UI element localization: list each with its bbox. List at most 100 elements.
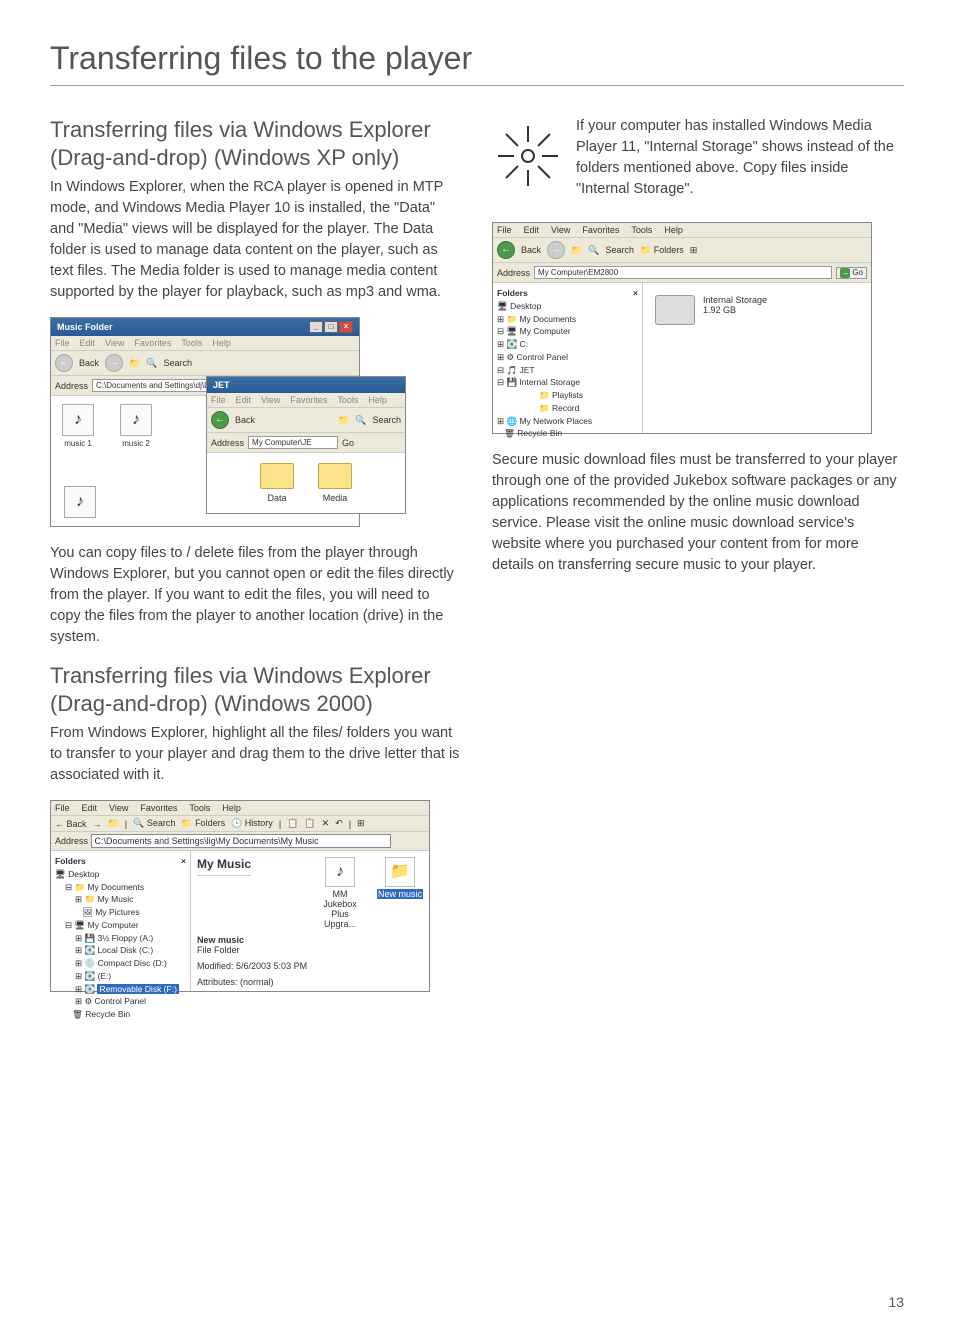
- menu-tools[interactable]: Tools: [189, 803, 210, 813]
- search-button[interactable]: 🔍 Search: [133, 818, 175, 829]
- menu-help[interactable]: Help: [368, 395, 387, 405]
- file-icon-music1[interactable]: ♪ music 1: [59, 404, 97, 448]
- menu-file[interactable]: File: [55, 338, 70, 348]
- menu-tools[interactable]: Tools: [181, 338, 202, 348]
- up-icon[interactable]: 📁: [338, 415, 349, 426]
- menu-tools[interactable]: Tools: [631, 225, 652, 235]
- tree-mydocs[interactable]: ⊞ 📁 My Documents: [497, 313, 638, 326]
- go-button[interactable]: Go: [836, 267, 867, 279]
- tree-netplaces[interactable]: ⊞ 🌐 My Network Places: [497, 415, 638, 428]
- tree-desktop[interactable]: 🖥 Desktop: [55, 868, 186, 881]
- search-icon[interactable]: 🔍: [588, 245, 599, 256]
- up-icon[interactable]: 📁: [571, 245, 582, 256]
- back-label: Back: [235, 415, 255, 425]
- menu-favorites[interactable]: Favorites: [140, 803, 177, 813]
- views-icon[interactable]: ⊞: [690, 245, 698, 256]
- tree-mymusic[interactable]: ⊞ 📁 My Music: [55, 893, 186, 906]
- menu-view[interactable]: View: [261, 395, 280, 405]
- tree-removable[interactable]: ⊞ 💽 Removable Disk (F:): [55, 983, 186, 996]
- menu-file[interactable]: File: [211, 395, 226, 405]
- drive-item[interactable]: Internal Storage 1.92 GB: [655, 295, 859, 325]
- menu-file[interactable]: File: [55, 803, 70, 813]
- back-button[interactable]: ←: [497, 241, 515, 259]
- paragraph-2000-intro: From Windows Explorer, highlight all the…: [50, 723, 462, 786]
- tree-record[interactable]: 📁 Record: [497, 402, 638, 415]
- menu-favorites[interactable]: Favorites: [134, 338, 171, 348]
- go-label[interactable]: Go: [342, 438, 354, 448]
- tree-cpanel[interactable]: ⊞ ⚙ Control Panel: [497, 351, 638, 364]
- address-input[interactable]: C:\Documents and Settings\lig\My Documen…: [91, 834, 391, 848]
- menu-tools[interactable]: Tools: [337, 395, 358, 405]
- menu-view[interactable]: View: [551, 225, 570, 235]
- paragraph-secure-music: Secure music download files must be tran…: [492, 450, 904, 576]
- minimize-button[interactable]: _: [309, 321, 323, 333]
- file-icon-music2[interactable]: ♪ music 2: [117, 404, 155, 448]
- tree-recycle[interactable]: 🗑 Recycle Bin: [55, 1008, 186, 1021]
- undo-icon[interactable]: ↶: [335, 818, 343, 829]
- tree-mycomp[interactable]: ⊟ 🖥 My Computer: [55, 919, 186, 932]
- menu-view[interactable]: View: [105, 338, 124, 348]
- file-jukebox[interactable]: ♪ MM Jukebox Plus Upgra...: [317, 857, 363, 929]
- tree-floppy[interactable]: ⊞ 💾 3½ Floppy (A:): [55, 932, 186, 945]
- menu-help[interactable]: Help: [664, 225, 683, 235]
- tree-desktop[interactable]: 🖥 Desktop: [497, 300, 638, 313]
- up-icon[interactable]: 📁: [129, 358, 140, 369]
- menu-favorites[interactable]: Favorites: [582, 225, 619, 235]
- right-column: If your computer has installed Windows M…: [492, 116, 904, 1008]
- back-button[interactable]: ←: [55, 354, 73, 372]
- back-button[interactable]: ← Back: [55, 819, 87, 829]
- file-newmusic[interactable]: 📁 New music: [377, 857, 423, 929]
- folder-tree[interactable]: Folders× 🖥 Desktop ⊟ 📁 My Documents ⊞ 📁 …: [51, 851, 191, 991]
- folder-tree[interactable]: Folders× 🖥 Desktop ⊞ 📁 My Documents ⊟ 🖥 …: [493, 283, 643, 433]
- forward-button[interactable]: →: [547, 241, 565, 259]
- tree-localc[interactable]: ⊞ 💽 Local Disk (C:): [55, 944, 186, 957]
- menu-view[interactable]: View: [109, 803, 128, 813]
- menu-edit[interactable]: Edit: [236, 395, 252, 405]
- close-icon[interactable]: ×: [181, 855, 186, 868]
- address-input[interactable]: My Computer\EM2800: [534, 266, 832, 279]
- folders-button[interactable]: 📁 Folders: [640, 245, 684, 256]
- search-icon[interactable]: 🔍: [146, 358, 157, 369]
- tip-sunburst-icon: [492, 120, 564, 192]
- menu-file[interactable]: File: [497, 225, 512, 235]
- tree-cd[interactable]: ⊞ 💿 Compact Disc (D:): [55, 957, 186, 970]
- back-button[interactable]: ←: [211, 411, 229, 429]
- file-metadata: New music File Folder Modified: 5/6/2003…: [197, 935, 423, 987]
- menu-favorites[interactable]: Favorites: [290, 395, 327, 405]
- tree-c[interactable]: ⊞ 💽 C:: [497, 338, 638, 351]
- tree-jet[interactable]: ⊟ 🎵 JET: [497, 364, 638, 377]
- tree-cpanel[interactable]: ⊞ ⚙ Control Panel: [55, 995, 186, 1008]
- maximize-button[interactable]: □: [324, 321, 338, 333]
- file-icon-music3[interactable]: ♪: [61, 486, 99, 521]
- tree-e[interactable]: ⊞ 💽 (E:): [55, 970, 186, 983]
- address-input[interactable]: My Computer\JE: [248, 436, 338, 449]
- views-icon[interactable]: ⊞: [357, 818, 365, 829]
- folder-icon: [318, 463, 352, 489]
- forward-button[interactable]: →: [105, 354, 123, 372]
- close-icon[interactable]: ×: [633, 287, 638, 300]
- menu-edit[interactable]: Edit: [82, 803, 98, 813]
- file-label: music 2: [117, 439, 155, 448]
- menu-help[interactable]: Help: [212, 338, 231, 348]
- tree-recycle[interactable]: 🗑 Recycle Bin: [497, 427, 638, 440]
- forward-button[interactable]: →: [93, 819, 102, 829]
- menu-edit[interactable]: Edit: [524, 225, 540, 235]
- tree-mycomp[interactable]: ⊟ 🖥 My Computer: [497, 325, 638, 338]
- search-icon[interactable]: 🔍: [355, 415, 366, 426]
- delete-icon[interactable]: ✕: [322, 818, 330, 829]
- menu-edit[interactable]: Edit: [80, 338, 96, 348]
- move-icon[interactable]: 📋: [287, 818, 298, 829]
- menu-help[interactable]: Help: [222, 803, 241, 813]
- tree-mypics[interactable]: 🖼 My Pictures: [55, 906, 186, 919]
- tree-playlists[interactable]: 📁 Playlists: [497, 389, 638, 402]
- up-icon[interactable]: 📁: [108, 818, 119, 829]
- tree-mydocs[interactable]: ⊟ 📁 My Documents: [55, 881, 186, 894]
- close-button[interactable]: ×: [339, 321, 353, 333]
- tree-internal[interactable]: ⊟ 💾 Internal Storage: [497, 376, 638, 389]
- folder-icon: 📁: [385, 857, 415, 887]
- folder-data[interactable]: Data: [260, 463, 294, 503]
- folder-media[interactable]: Media: [318, 463, 352, 503]
- history-button[interactable]: 🕓 History: [231, 818, 273, 829]
- folders-button[interactable]: 📁 Folders: [181, 818, 225, 829]
- copy-icon[interactable]: 📋: [304, 818, 315, 829]
